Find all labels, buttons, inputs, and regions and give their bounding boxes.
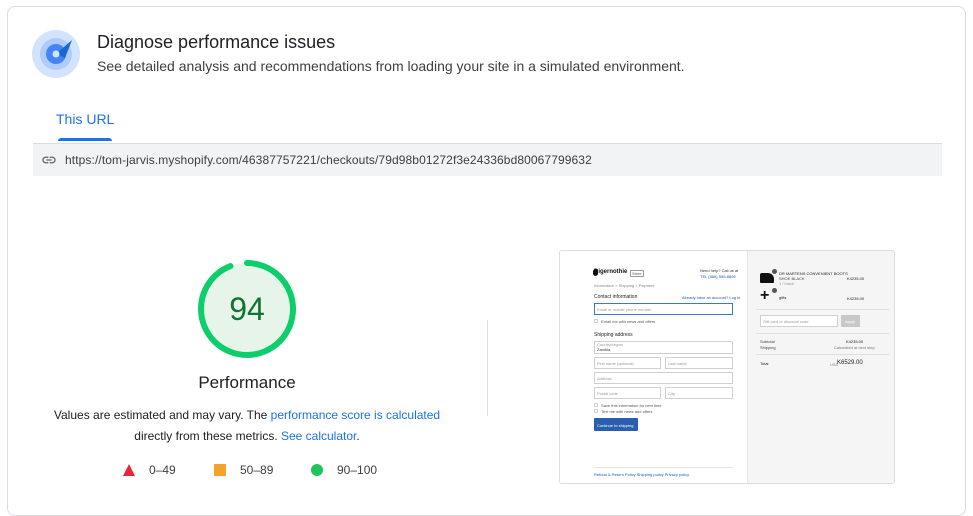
score-calculation-link[interactable]: performance score is calculated: [271, 408, 440, 422]
thumb-item2-name: gifts: [779, 295, 787, 300]
vertical-divider: [487, 320, 488, 416]
thumb-summary-divider-3: [756, 354, 889, 355]
thumb-shipping-value: Calculated at next step: [834, 345, 875, 350]
thumb-contact-heading: Contact information: [594, 294, 638, 300]
square-icon: [214, 464, 226, 476]
thumb-footer-divider: [594, 467, 733, 468]
score-description: Values are estimated and may vary. The p…: [40, 405, 454, 447]
tab-active-indicator: [58, 138, 112, 141]
thumb-order-summary: DR MARTENS CONVENIENT BOOTS SHOE BLACK 1…: [747, 251, 894, 483]
thumb-login-link: Already have an account? Log in: [682, 295, 741, 300]
thumb-apply-label: Apply: [845, 319, 856, 324]
thumb-brand: Digernothie: [594, 269, 628, 275]
thumb-total-value: K6529.00: [837, 360, 863, 366]
thumb-item1-price: K4235.00: [847, 276, 865, 281]
thumb-brand-badge: Store: [630, 270, 644, 277]
circle-icon: [311, 464, 323, 476]
thumb-qty-badge-2: [772, 288, 777, 293]
thumb-total-label: Total: [760, 361, 769, 366]
legend-range-average: 50–89: [240, 463, 274, 477]
thumb-checkbox-save: [594, 403, 598, 407]
thumb-checkout-form: Digernothie Store Need help? Call us at …: [560, 251, 747, 483]
description-text-2: directly from these metrics.: [134, 429, 281, 443]
thumb-footer-links: Refund & Return Policy Shipping policy P…: [594, 472, 690, 477]
thumb-last-name-label: Last name: [668, 361, 687, 366]
thumb-shipping-heading: Shipping address: [594, 332, 633, 338]
thumb-save-info: Save this information for next time: [601, 403, 662, 408]
description-period: .: [356, 429, 360, 443]
page-title: Diagnose performance issues: [97, 32, 336, 52]
thumb-postal-label: Postal code: [597, 391, 618, 396]
legend-range-pass: 90–100: [337, 463, 378, 477]
thumb-city: [665, 387, 733, 399]
thumb-help-text: Need help? Call us at: [700, 268, 739, 273]
thumb-email-offers: Email me with news and offers: [601, 319, 656, 324]
thumb-shipping-label: Shipping: [760, 345, 776, 350]
thumb-email-placeholder: Email or mobile phone number: [597, 307, 652, 312]
thumb-first-name-label: First name (optional): [597, 361, 634, 366]
thumb-text-offers: Text me with news and offers: [601, 409, 653, 414]
thumb-qty-badge: [772, 269, 777, 274]
thumb-summary-divider: [756, 309, 889, 310]
thumb-discount-placeholder: Gift card or discount code: [763, 319, 809, 324]
thumb-logo-icon: [593, 269, 598, 276]
thumb-subtotal-label: Subtotal: [760, 339, 775, 344]
thumb-summary-divider-2: [756, 333, 889, 334]
description-text: Values are estimated and may vary. The: [53, 408, 271, 422]
thumb-checkbox-text: [594, 409, 598, 413]
thumb-phone: TEL (888) 555-8899: [700, 274, 736, 279]
thumb-address-label: Address: [597, 376, 612, 381]
performance-label: Performance: [198, 373, 296, 392]
thumb-boot-image: [760, 273, 774, 283]
thumb-gift-plus-icon: +: [760, 287, 770, 304]
legend-item-fail: 0–49: [123, 463, 176, 477]
thumb-subtotal-value: K4235.00: [846, 339, 864, 344]
thumb-checkbox: [594, 319, 598, 323]
thumb-country-value: Zambia: [597, 347, 611, 352]
thumb-breadcrumb: Information > Shipping > Payment: [594, 283, 655, 288]
link-icon: [42, 156, 56, 164]
lighthouse-diagnose-icon: [32, 30, 80, 78]
thumb-item2-price: K4235.00: [847, 296, 865, 301]
page-subtitle: See detailed analysis and recommendation…: [97, 58, 685, 74]
url-bar: https://tom-jarvis.myshopify.com/4638775…: [33, 143, 942, 176]
final-screenshot-thumbnail[interactable]: Digernothie Store Need help? Call us at …: [559, 250, 895, 484]
thumb-item1-qty: 1 / black: [779, 281, 794, 286]
thumb-address: [594, 372, 733, 384]
triangle-icon: [123, 464, 135, 476]
thumb-city-label: City: [668, 391, 675, 396]
performance-score: 94: [229, 290, 265, 327]
analyzed-url: https://tom-jarvis.myshopify.com/4638775…: [65, 153, 592, 167]
thumb-continue-label: Continue to shipping: [597, 423, 634, 428]
legend-range-fail: 0–49: [149, 463, 176, 477]
legend-item-pass: 90–100: [311, 463, 377, 477]
tab-this-url[interactable]: This URL: [56, 111, 114, 127]
see-calculator-link[interactable]: See calculator: [281, 429, 356, 443]
legend-item-average: 50–89: [214, 463, 273, 477]
